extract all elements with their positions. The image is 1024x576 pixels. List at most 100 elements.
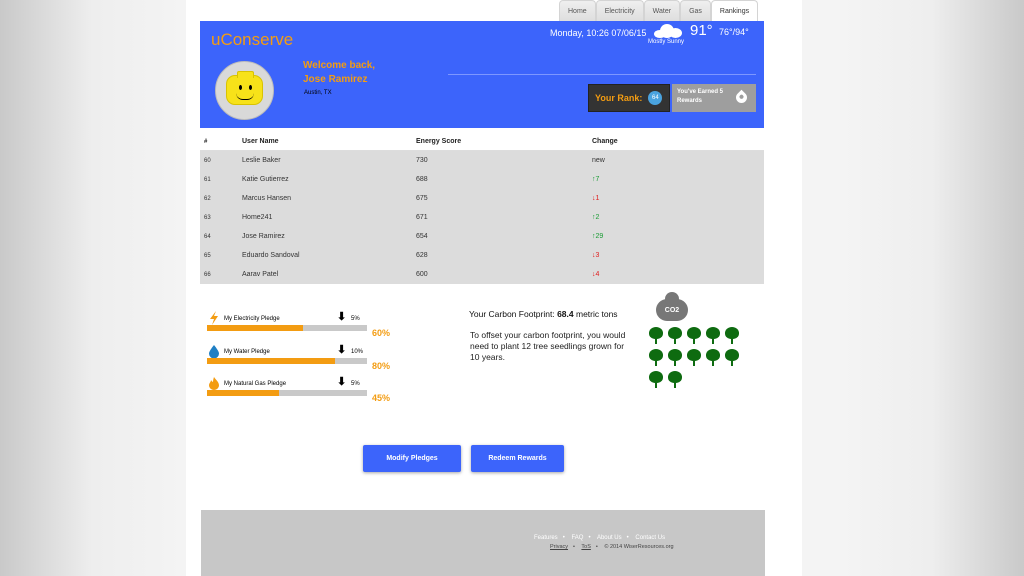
row-energy-score: 675 [416,195,428,202]
rank-value: 64 [648,91,663,105]
tab-home[interactable]: Home [559,0,596,21]
weather-description: Mostly Sunny [648,39,685,45]
tree-icon [705,349,721,366]
row-change: ↑29 [592,233,604,240]
pledge-target: 10% [351,349,364,355]
pledge-progress-bar [207,390,367,396]
row-change: ↓1 [592,195,600,202]
row-rank: 63 [204,214,211,221]
pledge-label: My Electricity Pledge [224,316,280,322]
water-drop-icon [207,344,221,359]
lightning-icon [207,311,221,325]
row-user-name: Eduardo Sandoval [242,252,300,259]
tab-electricity[interactable]: Electricity [595,0,644,21]
pledge-target: 5% [351,316,360,322]
tab-gas[interactable]: Gas [680,0,711,21]
row-energy-score: 671 [416,214,428,221]
carbon-offset-text: To offset your carbon footprint, you wou… [470,330,626,362]
carbon-value: 68.4 [557,309,574,319]
carbon-footprint-title: Your Carbon Footprint: 68.4 metric tons [469,309,618,319]
header-divider [448,74,756,75]
tos-link[interactable]: ToS [581,544,590,550]
modify-pledges-button[interactable]: Modify Pledges [363,445,461,472]
row-energy-score: 730 [416,157,428,164]
row-energy-score: 688 [416,176,428,183]
table-row[interactable]: 63 Home241 671 ↑2 [200,208,764,227]
row-rank: 65 [204,252,211,259]
table-header: # User Name Energy Score Change [200,133,764,151]
column-header-change[interactable]: Change [592,138,764,145]
co2-cloud-icon: CO2 [656,292,688,321]
down-arrow-icon: ⬇ [337,344,347,356]
pledge-item[interactable]: My Electricity Pledge ⬇ 5% 60% [207,311,397,341]
cloud-icon [654,24,684,38]
tab-water[interactable]: Water [643,0,681,21]
column-header-score[interactable]: Energy Score [416,138,592,145]
avatar[interactable] [215,61,274,120]
tree-icon [724,349,740,366]
table-row[interactable]: 65 Eduardo Sandoval 628 ↓3 [200,246,764,265]
footer-legal: Privacy • ToS • © 2014 WiserResources.org [550,544,674,550]
tab-rankings[interactable]: Rankings [710,0,759,21]
tree-icon [705,327,721,344]
rankings-table: # User Name Energy Score Change 60 Leslie… [200,133,764,284]
tree-icon [686,327,702,344]
pledge-progress-fill [207,358,335,364]
redeem-rewards-button[interactable]: Redeem Rewards [471,445,564,472]
tree-icon [724,327,740,344]
row-rank: 66 [204,271,211,278]
table-row[interactable]: 64 Jose Ramirez 654 ↑29 [200,227,764,246]
lego-face-icon [226,71,263,105]
row-user-name: Jose Ramirez [242,233,285,240]
table-row[interactable]: 66 Aarav Patel 600 ↓4 [200,265,764,284]
pledge-item[interactable]: My Natural Gas Pledge ⬇ 5% 45% [207,376,397,406]
carbon-title-prefix: Your Carbon Footprint: [469,309,555,319]
pledge-label: My Water Pledge [224,349,270,355]
footer-link-contact[interactable]: Contact Us [635,535,665,541]
main-nav: Home Electricity Water Gas Rankings [559,0,759,21]
pledge-progress-text: 60% [372,328,391,338]
footer-link-about[interactable]: About Us [597,535,622,541]
rank-badge[interactable]: Your Rank: 64 [588,84,670,112]
tree-icon [667,327,683,344]
rewards-badge[interactable]: You've Earned 5 Rewards [672,84,756,112]
footer-links: Features • FAQ • About Us • Contact Us [534,535,666,541]
row-rank: 62 [204,195,211,202]
table-row[interactable]: 62 Marcus Hansen 675 ↓1 [200,189,764,208]
column-header-name[interactable]: User Name [242,138,416,145]
privacy-link[interactable]: Privacy [550,544,568,550]
table-row[interactable]: 60 Leslie Baker 730 new [200,151,764,170]
down-arrow-icon: ⬇ [337,376,347,388]
tree-icon [648,349,664,366]
tree-icon [667,371,683,388]
row-user-name: Aarav Patel [242,271,279,278]
current-temperature: 91° [690,22,713,39]
copyright-text: © 2014 WiserResources.org [604,544,674,550]
row-change: ↑7 [592,176,600,183]
co2-label: CO2 [664,306,680,314]
footer-link-features[interactable]: Features [534,535,558,541]
carbon-unit: metric tons [575,309,618,319]
row-change: new [592,157,605,164]
tree-grid [648,327,748,388]
footer: Features • FAQ • About Us • Contact Us Priv… [201,510,765,576]
row-energy-score: 654 [416,233,428,240]
row-change: ↓3 [592,252,600,259]
temperature-range: 76°/94° [719,27,749,37]
row-change: ↑2 [592,214,600,221]
row-energy-score: 628 [416,252,428,259]
row-rank: 60 [204,157,211,164]
row-user-name: Katie Gutierrez [242,176,289,183]
table-row[interactable]: 61 Katie Gutierrez 688 ↑7 [200,170,764,189]
down-arrow-icon: ⬇ [337,311,347,323]
footer-link-faq[interactable]: FAQ [571,535,583,541]
page: Home Electricity Water Gas Rankings uCon… [186,0,802,576]
app-logo[interactable]: uConserve [211,30,293,50]
pledge-item[interactable]: My Water Pledge ⬇ 10% 80% [207,344,397,374]
pledge-progress-fill [207,390,279,396]
column-header-rank: # [204,138,208,145]
row-user-name: Leslie Baker [242,157,281,164]
row-user-name: Marcus Hansen [242,195,292,202]
pledge-progress-fill [207,325,303,331]
row-user-name: Home241 [242,214,273,221]
